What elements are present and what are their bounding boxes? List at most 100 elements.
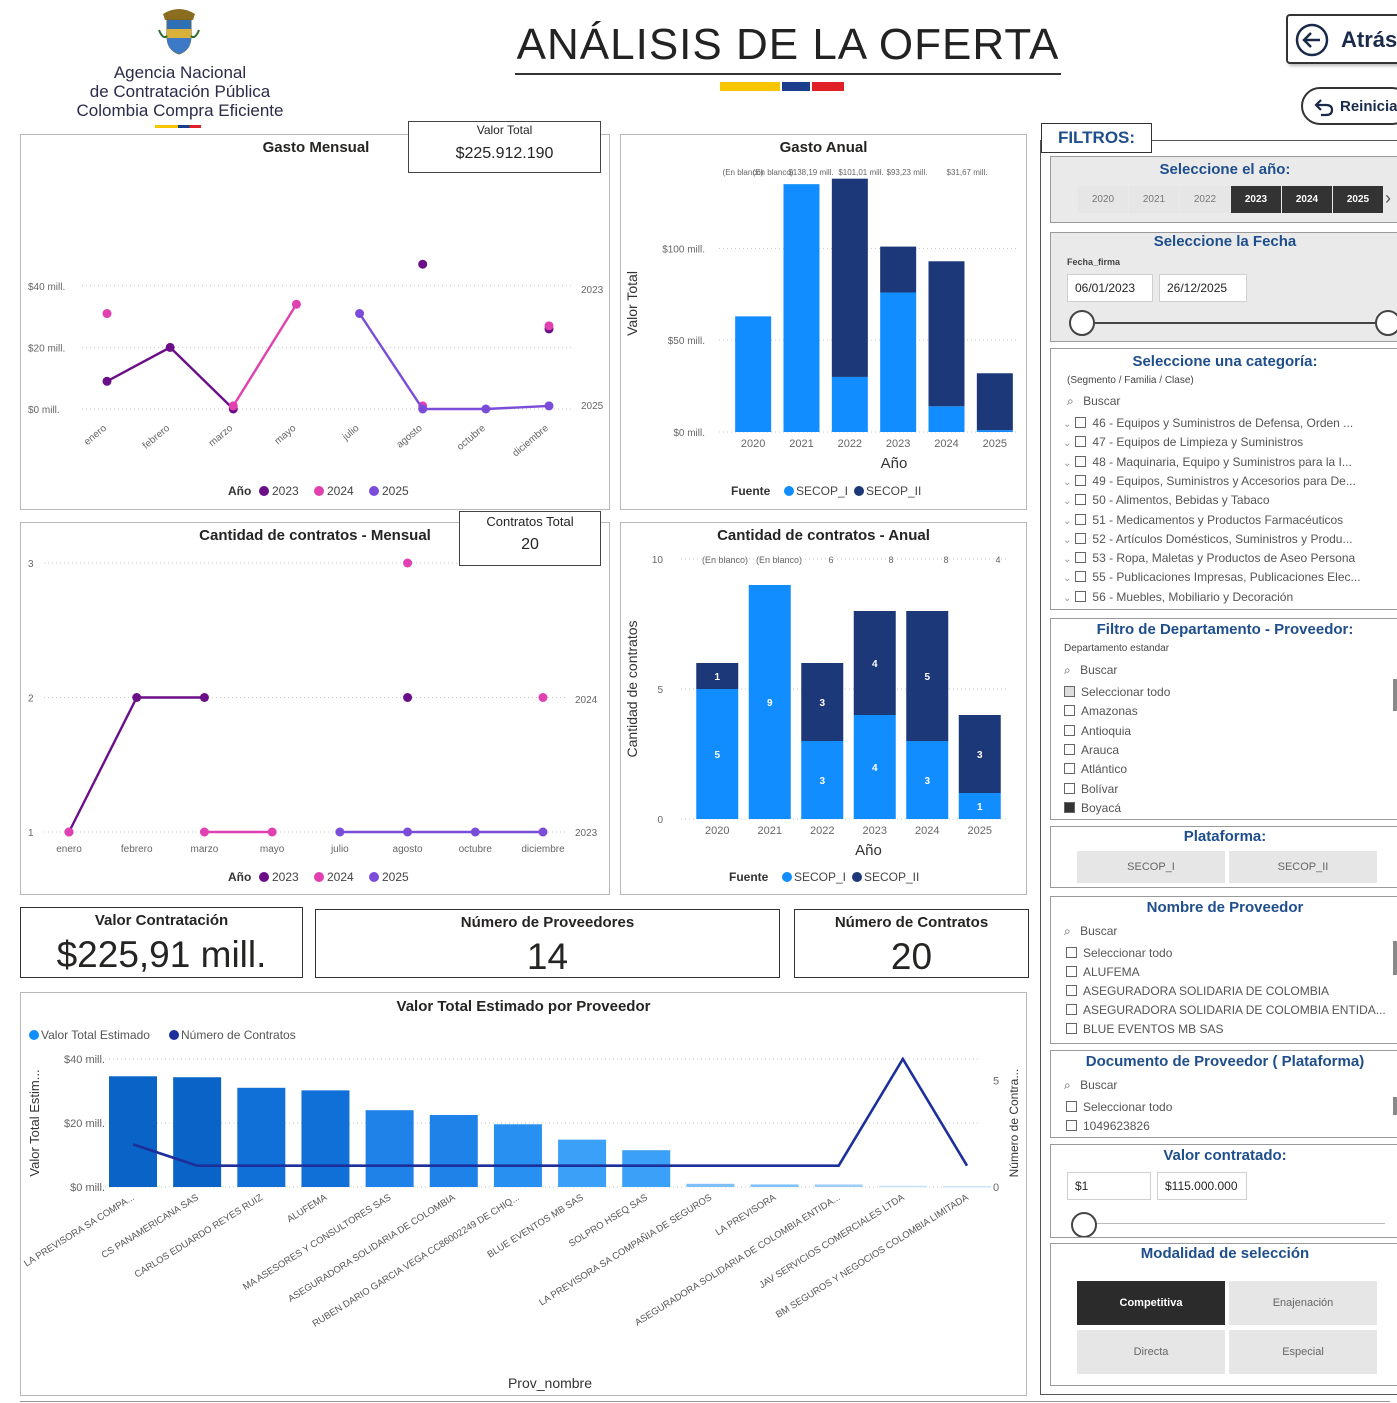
chevron-down-icon[interactable]: ⌄ [1063, 419, 1071, 430]
valor-total-box: Valor Total $225.912.190 [408, 121, 601, 173]
category-item[interactable]: ⌄ 47 - Equipos de Limpieza y Suministros [1063, 435, 1303, 449]
checkbox[interactable] [1064, 705, 1075, 717]
department-item[interactable]: Boyacá [1064, 801, 1121, 815]
year-button[interactable]: 2022 [1180, 186, 1230, 213]
checkbox[interactable] [1075, 590, 1087, 602]
department-item[interactable]: Amazonas [1064, 704, 1138, 718]
checkbox[interactable] [1064, 763, 1075, 775]
category-search[interactable]: ⌕ Buscar [1067, 394, 1120, 409]
department-item[interactable]: Atlántico [1064, 762, 1127, 776]
checkbox[interactable] [1066, 966, 1077, 977]
platform-filter-title: Plataforma: [1183, 828, 1267, 845]
checkbox[interactable] [1066, 1101, 1077, 1112]
platform-secop1-button[interactable]: SECOP_I [1077, 851, 1225, 883]
modality-enajenacion-button[interactable]: Enajenación [1229, 1281, 1377, 1325]
checkbox[interactable] [1075, 532, 1087, 544]
value-slider-handle[interactable] [1071, 1212, 1097, 1237]
department-search[interactable]: ⌕ Buscar [1064, 663, 1117, 678]
modality-especial-button[interactable]: Especial [1229, 1330, 1377, 1374]
reset-button[interactable]: Reinicia [1301, 87, 1397, 125]
checkbox[interactable] [1066, 1004, 1077, 1015]
checkbox[interactable] [1066, 1023, 1077, 1034]
chevron-down-icon[interactable]: ⌄ [1063, 477, 1071, 488]
checkbox[interactable] [1075, 513, 1087, 525]
chevron-down-icon[interactable]: ⌄ [1063, 496, 1071, 507]
checkbox[interactable] [1064, 686, 1075, 697]
chevron-down-icon[interactable]: ⌄ [1063, 535, 1071, 546]
modality-directa-button[interactable]: Directa [1077, 1330, 1225, 1374]
provider-doc-item[interactable]: 1049623826 [1066, 1119, 1150, 1133]
x-tick-label: marzo [207, 423, 236, 450]
category-item[interactable]: ⌄ 48 - Maquinaria, Equipo y Suministros p… [1063, 455, 1352, 469]
checkbox[interactable] [1075, 571, 1087, 583]
checkbox[interactable] [1064, 782, 1075, 794]
checkbox[interactable] [1075, 552, 1087, 564]
chevron-right-icon[interactable]: › [1385, 188, 1391, 209]
year-button[interactable]: 2023 [1231, 186, 1281, 213]
provider-item[interactable]: Seleccionar todo [1066, 946, 1172, 960]
checkbox[interactable] [1066, 985, 1077, 996]
category-item[interactable]: ⌄ 46 - Equipos y Suministros de Defensa, … [1063, 416, 1353, 430]
year-button[interactable]: 2024 [1282, 186, 1332, 213]
provider-bar [878, 1185, 927, 1188]
department-item[interactable]: Arauca [1064, 743, 1119, 757]
category-item[interactable]: ⌄ 51 - Medicamentos y Productos Farmacéut… [1063, 513, 1343, 527]
category-item[interactable]: ⌄ 52 - Artículos Domésticos, Suministros … [1063, 532, 1352, 546]
top-label: $31,67 mill. [947, 168, 988, 177]
department-scrollbar[interactable] [1393, 679, 1397, 711]
provider-name-scrollbar[interactable] [1393, 941, 1397, 975]
checkbox[interactable] [1064, 743, 1075, 755]
data-point-2024 [228, 401, 238, 411]
date-slider-start-handle[interactable] [1069, 310, 1095, 336]
department-item[interactable]: Seleccionar todo [1064, 685, 1170, 699]
checkbox[interactable] [1064, 724, 1075, 736]
date-from-input[interactable]: 06/01/2023 [1067, 274, 1153, 302]
category-item[interactable]: ⌄ 53 - Ropa, Maletas y Productos de Aseo … [1063, 551, 1355, 565]
provider-item[interactable]: ALUFEMA [1066, 965, 1140, 979]
date-slider-end-handle[interactable] [1375, 310, 1397, 336]
checkbox[interactable] [1075, 474, 1087, 486]
year-button[interactable]: 2025 [1333, 186, 1383, 213]
platform-secop2-button[interactable]: SECOP_II [1229, 851, 1377, 883]
value-max-input[interactable]: $115.000.000 [1157, 1172, 1247, 1200]
checkbox[interactable] [1064, 801, 1075, 813]
provider-name-search[interactable]: ⌕ Buscar [1064, 924, 1117, 939]
date-to-input[interactable]: 26/12/2025 [1159, 274, 1247, 302]
provider-doc-item[interactable]: Seleccionar todo [1066, 1100, 1172, 1114]
checkbox[interactable] [1075, 417, 1087, 428]
category-item[interactable]: ⌄ 56 - Muebles, Mobiliario y Decoración [1063, 590, 1293, 604]
end-label: 2025 [581, 401, 604, 412]
checkbox[interactable] [1075, 494, 1087, 506]
category-item[interactable]: ⌄ 50 - Alimentos, Bebidas y Tabaco [1063, 493, 1270, 507]
value-min-input[interactable]: $1 [1067, 1172, 1151, 1200]
x-tick-label: agosto [395, 423, 425, 451]
provider-item[interactable]: ASEGURADORA SOLIDARIA DE COLOMBIA [1066, 984, 1329, 998]
chevron-down-icon[interactable]: ⌄ [1063, 438, 1071, 449]
category-item[interactable]: ⌄ 49 - Equipos, Suministros y Accesorios … [1063, 474, 1356, 488]
chevron-down-icon[interactable]: ⌄ [1063, 593, 1071, 604]
checkbox[interactable] [1075, 436, 1087, 448]
checkbox[interactable] [1075, 455, 1087, 467]
provider-item[interactable]: BLUE EVENTOS MB SAS [1066, 1022, 1224, 1036]
department-item[interactable]: Bolívar [1064, 782, 1118, 796]
year-button[interactable]: 2020 [1078, 186, 1128, 213]
legend-dot-y2025 [369, 486, 379, 496]
category-item-label: 47 - Equipos de Limpieza y Suministros [1092, 435, 1304, 450]
checkbox[interactable] [1066, 1120, 1077, 1131]
provider-doc-scrollbar[interactable] [1393, 1097, 1397, 1115]
category-item[interactable]: ⌄ 55 - Publicaciones Impresas, Publicacio… [1063, 570, 1361, 584]
back-button[interactable]: Atrás [1286, 14, 1397, 64]
chevron-down-icon[interactable]: ⌄ [1063, 573, 1071, 584]
checkbox[interactable] [1066, 947, 1077, 958]
modality-competitiva-button[interactable]: Competitiva [1077, 1281, 1225, 1325]
chevron-down-icon[interactable]: ⌄ [1063, 554, 1071, 565]
chevron-down-icon[interactable]: ⌄ [1063, 516, 1071, 527]
year-button[interactable]: 2021 [1129, 186, 1179, 213]
provider-doc-search[interactable]: ⌕ Buscar [1064, 1078, 1117, 1093]
provider-item[interactable]: ASEGURADORA SOLIDARIA DE COLOMBIA ENTIDA… [1066, 1003, 1386, 1017]
x-axis-title: Año [881, 455, 908, 472]
series-line-2024 [232, 303, 298, 407]
chevron-down-icon[interactable]: ⌄ [1063, 458, 1071, 469]
department-item[interactable]: Antioquia [1064, 724, 1131, 738]
top-label: 8 [888, 555, 893, 565]
